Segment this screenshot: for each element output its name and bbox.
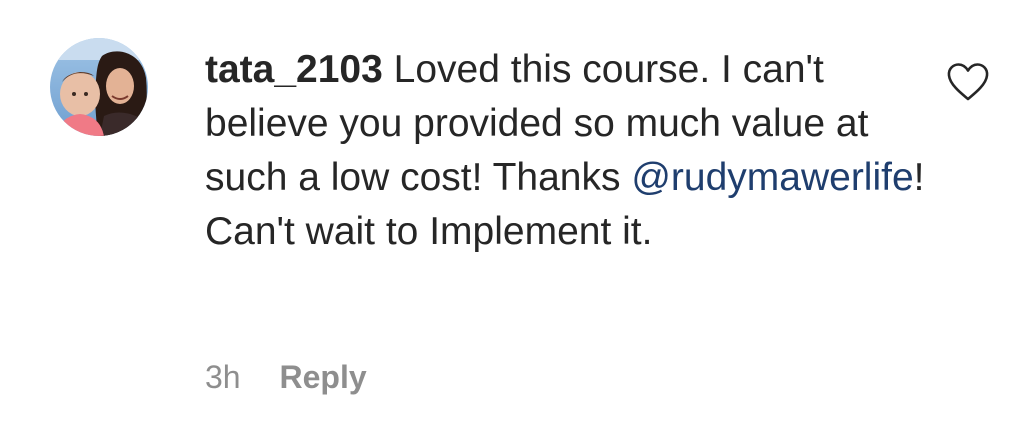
reply-button[interactable]: Reply <box>279 355 366 399</box>
like-button[interactable] <box>946 62 990 102</box>
timestamp: 3h <box>205 359 241 395</box>
avatar-photo <box>50 38 148 136</box>
avatar[interactable] <box>50 38 148 136</box>
heart-outline-icon <box>947 63 989 101</box>
mention-link[interactable]: @rudymawerlife <box>631 156 913 199</box>
username-link[interactable]: tata_2103 <box>205 48 383 91</box>
comment-text: tata_2103 Loved this course. I can't bel… <box>205 43 925 259</box>
comment-item: tata_2103 Loved this course. I can't bel… <box>0 0 1024 444</box>
comment-meta: 3h Reply <box>205 355 367 399</box>
